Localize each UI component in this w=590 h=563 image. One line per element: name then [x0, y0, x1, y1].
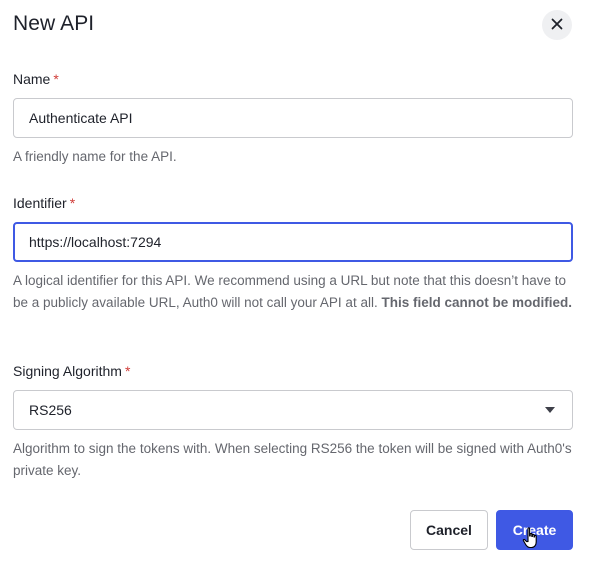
- identifier-required-mark: *: [69, 195, 76, 211]
- close-button[interactable]: [542, 10, 572, 40]
- signing-algorithm-selected-value: RS256: [29, 402, 72, 418]
- identifier-label: Identifier *: [13, 195, 75, 211]
- name-required-mark: *: [53, 71, 59, 87]
- identifier-help-text: A logical identifier for this API. We re…: [13, 270, 579, 314]
- signing-algorithm-label: Signing Algorithm *: [13, 363, 130, 379]
- name-help-text: A friendly name for the API.: [13, 149, 177, 164]
- signing-algorithm-help-text: Algorithm to sign the tokens with. When …: [13, 441, 572, 478]
- close-icon: [551, 18, 563, 33]
- identifier-label-text: Identifier: [13, 195, 67, 211]
- chevron-down-icon: [545, 407, 555, 413]
- signing-algorithm-label-text: Signing Algorithm: [13, 363, 122, 379]
- signing-algorithm-select[interactable]: RS256: [13, 390, 573, 430]
- new-api-dialog: New API Name* A friendly name for the AP…: [0, 0, 590, 563]
- cancel-button[interactable]: Cancel: [410, 510, 488, 550]
- identifier-help-bold: This field cannot be modified.: [381, 295, 572, 310]
- signing-algorithm-required-mark: *: [124, 363, 131, 379]
- create-button[interactable]: Create: [496, 510, 573, 550]
- name-label-text: Name: [13, 71, 51, 87]
- identifier-input[interactable]: [13, 222, 573, 262]
- dialog-title: New API: [13, 12, 95, 35]
- name-label: Name *: [13, 71, 59, 87]
- name-input[interactable]: [13, 98, 573, 138]
